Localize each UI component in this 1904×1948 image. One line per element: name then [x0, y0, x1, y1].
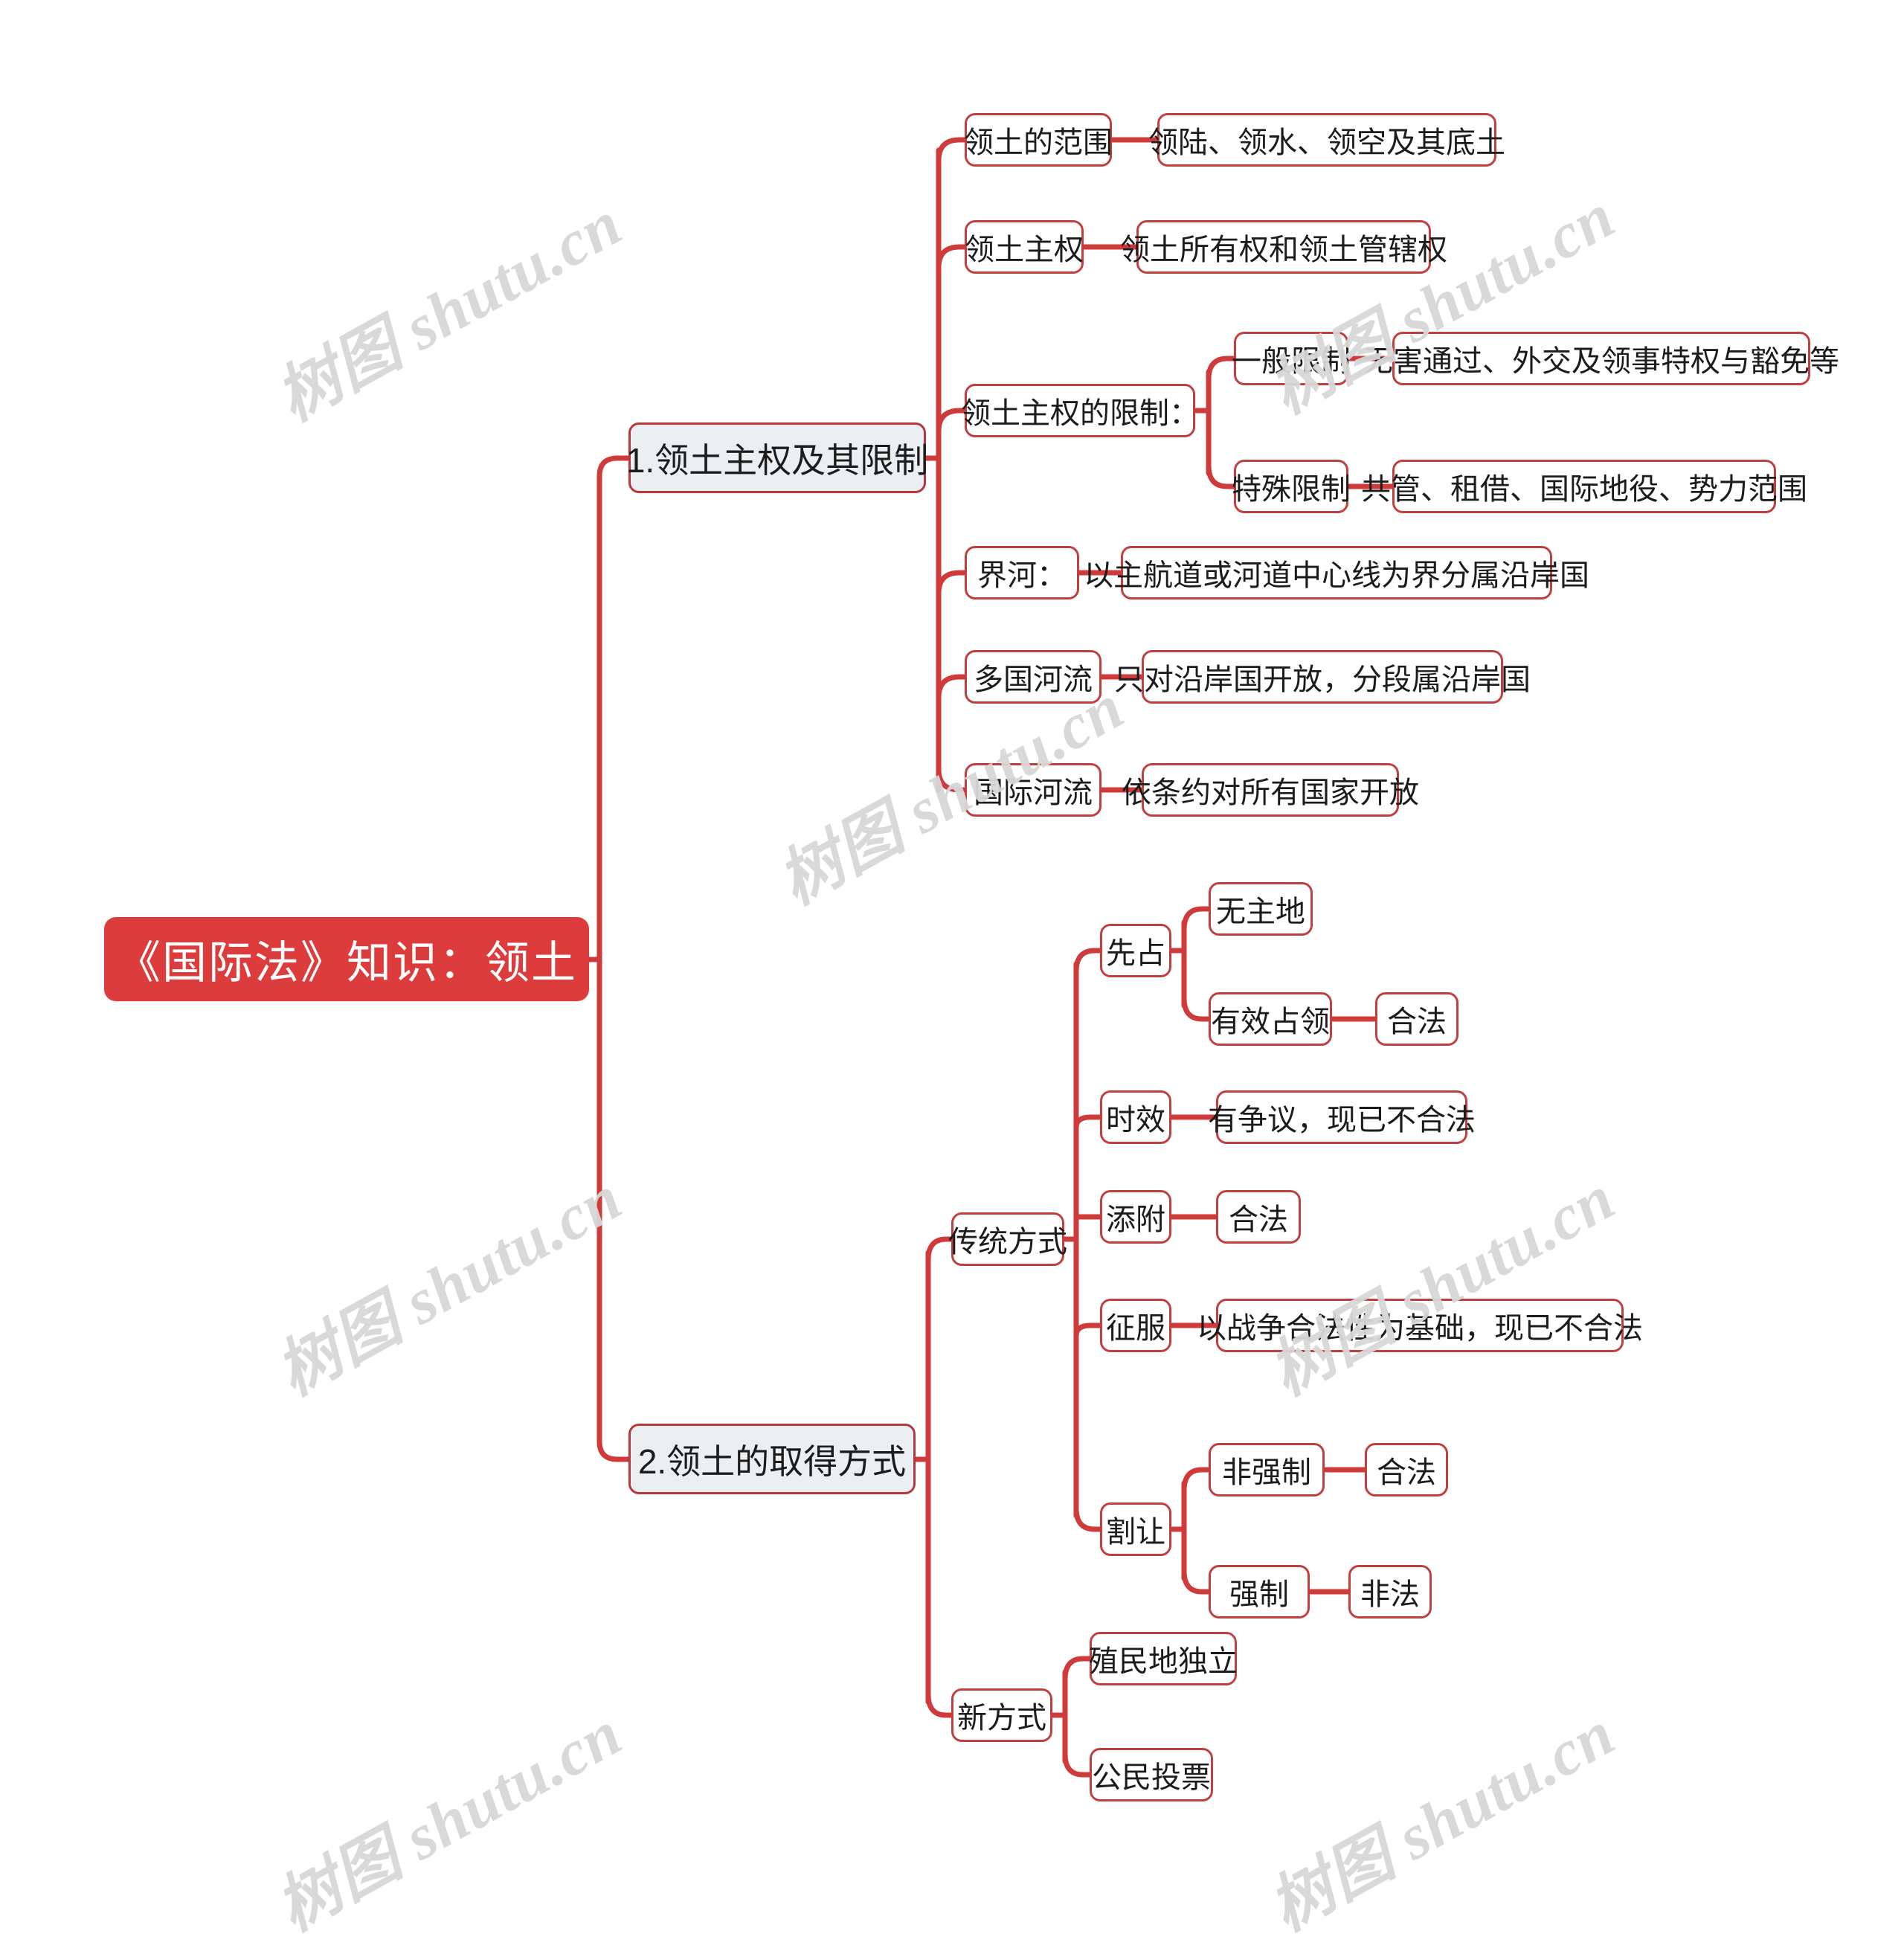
mindmap-canvas: 树图 shutu.cn 树图 shutu.cn 树图 shutu.cn 树图 s… — [0, 0, 1904, 1944]
leaf-territorial-sovereignty-detail[interactable]: 领土所有权和领土管辖权 — [1120, 220, 1447, 274]
node-territorial-sovereignty[interactable]: 领土主权 — [965, 220, 1084, 274]
node-sovereignty-limits[interactable]: 领土主权的限制： — [961, 384, 1199, 437]
branch-node-2[interactable]: 2.领土的取得方式 — [628, 1424, 916, 1494]
node-coercive-cession[interactable]: 强制 — [1209, 1565, 1310, 1618]
leaf-international-river-detail[interactable]: 依条约对所有国家开放 — [1122, 763, 1419, 817]
branch-node-1[interactable]: 1.领土主权及其限制 — [626, 422, 928, 493]
leaf-prescription-detail[interactable]: 有争议，现已不合法 — [1208, 1090, 1476, 1144]
leaf-effective-occupation-legal[interactable]: 合法 — [1375, 992, 1458, 1046]
node-general-limit[interactable]: 一般限制 — [1232, 332, 1351, 385]
node-new-methods[interactable]: 新方式 — [951, 1688, 1052, 1742]
node-accretion[interactable]: 添附 — [1100, 1190, 1171, 1244]
node-non-coercive-cession[interactable]: 非强制 — [1209, 1443, 1325, 1497]
leaf-special-limit-detail[interactable]: 共管、租借、国际地役、势力范围 — [1361, 460, 1807, 513]
node-conquest[interactable]: 征服 — [1100, 1299, 1171, 1352]
leaf-territory-scope-detail[interactable]: 领陆、领水、领空及其底土 — [1148, 113, 1505, 167]
leaf-boundary-river-detail[interactable]: 以主航道或河道中心线为界分属沿岸国 — [1084, 546, 1589, 599]
node-cession[interactable]: 割让 — [1100, 1502, 1171, 1556]
node-boundary-river[interactable]: 界河： — [965, 546, 1079, 599]
node-effective-occupation[interactable]: 有效占领 — [1209, 992, 1332, 1046]
node-special-limit[interactable]: 特殊限制 — [1232, 460, 1351, 513]
leaf-coercive-illegal[interactable]: 非法 — [1348, 1565, 1432, 1618]
node-prescription[interactable]: 时效 — [1100, 1090, 1171, 1144]
node-international-river[interactable]: 国际河流 — [965, 763, 1101, 817]
node-territory-scope[interactable]: 领土的范围 — [964, 113, 1113, 167]
node-occupation[interactable]: 先占 — [1100, 924, 1171, 977]
node-colonial-independence[interactable]: 殖民地独立 — [1089, 1632, 1238, 1685]
leaf-non-coercive-legal[interactable]: 合法 — [1365, 1443, 1448, 1497]
root-node[interactable]: 《国际法》知识：领土 — [104, 917, 589, 1001]
node-terra-nullius[interactable]: 无主地 — [1209, 882, 1313, 936]
node-plebiscite[interactable]: 公民投票 — [1090, 1748, 1213, 1801]
node-multinational-river[interactable]: 多国河流 — [965, 650, 1101, 704]
leaf-accretion-legal[interactable]: 合法 — [1216, 1190, 1301, 1244]
leaf-general-limit-detail[interactable]: 无害通过、外交及领事特权与豁免等 — [1363, 332, 1839, 385]
leaf-multinational-river-detail[interactable]: 只对沿岸国开放，分段属沿岸国 — [1114, 650, 1531, 704]
leaf-conquest-detail[interactable]: 以战争合法性为基础，现已不合法 — [1197, 1299, 1643, 1352]
node-traditional-methods[interactable]: 传统方式 — [948, 1212, 1067, 1266]
